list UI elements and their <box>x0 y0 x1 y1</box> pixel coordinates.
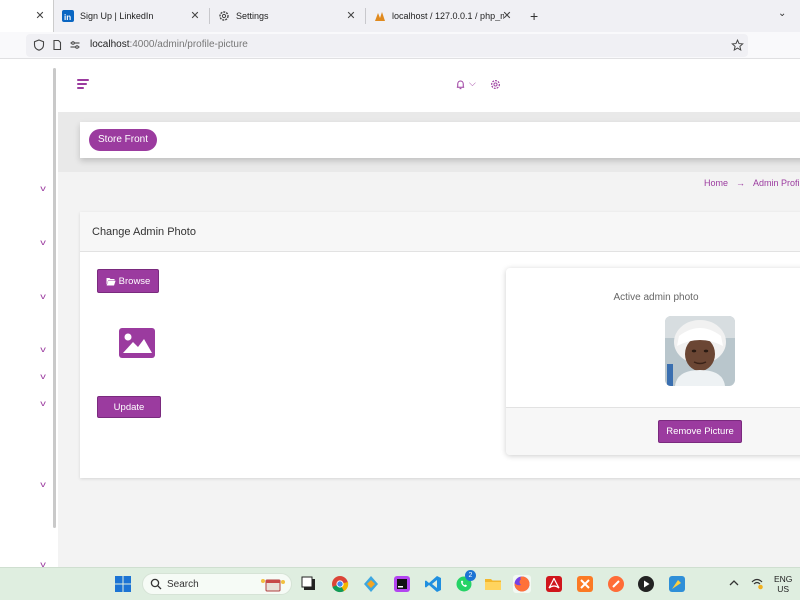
search-label: Search <box>167 579 199 590</box>
phpmyadmin-icon <box>374 10 386 22</box>
chevron-down-icon[interactable]: ⌵ <box>469 78 476 89</box>
paint-icon[interactable] <box>668 575 686 593</box>
shield-icon[interactable] <box>32 38 46 52</box>
tab-label: Sign Up | LinkedIn <box>80 11 154 21</box>
search-icon <box>150 578 162 593</box>
card-header: Change Admin Photo <box>80 212 800 252</box>
hamburger-menu-icon[interactable] <box>77 79 91 91</box>
chevron-down-icon[interactable]: v <box>40 560 46 567</box>
bell-icon[interactable] <box>455 79 466 93</box>
remove-picture-button[interactable]: Remove Picture <box>658 420 742 443</box>
calendar-widget-icon <box>259 576 287 596</box>
region-code: US <box>777 584 790 594</box>
chevron-down-icon[interactable]: v <box>40 184 46 193</box>
close-tab-icon[interactable]: ✕ <box>33 9 47 23</box>
network-icon[interactable] <box>750 576 768 594</box>
chevron-down-icon[interactable]: v <box>40 238 46 247</box>
gear-icon[interactable] <box>490 79 501 93</box>
tab-label: Settings <box>236 11 269 21</box>
tab-list-chevron-icon[interactable]: ⌄ <box>778 8 786 19</box>
acrobat-icon[interactable] <box>545 575 563 593</box>
notification-badge: 2 <box>465 570 476 581</box>
whatsapp-icon[interactable]: 2 <box>455 570 476 593</box>
browse-button[interactable]: Browse <box>97 269 159 293</box>
main-content: ⌵ Store Front Home → Admin Profile Change … <box>58 60 800 567</box>
firefox-icon[interactable] <box>513 575 531 593</box>
chevron-down-icon[interactable]: v <box>40 372 46 381</box>
breadcrumb-home-link[interactable]: Home <box>704 178 728 188</box>
tab-separator <box>365 8 366 24</box>
active-photo-panel: Active admin photo Remove Picture <box>506 268 800 455</box>
close-tab-icon[interactable]: ✕ <box>500 9 514 23</box>
svg-text:in: in <box>64 13 71 22</box>
tab-label: localhost / 127.0.0.1 / php_mvc <box>392 11 504 21</box>
new-tab-button[interactable]: + <box>530 9 538 23</box>
card-title: Change Admin Photo <box>92 226 196 238</box>
vscode-icon[interactable] <box>424 575 442 593</box>
windows-taskbar: Search 2 ENG US <box>0 567 800 600</box>
image-placeholder-icon <box>118 327 156 359</box>
bookmark-star-icon[interactable] <box>730 38 744 52</box>
change-photo-card: Change Admin Photo Browse Update Active … <box>80 212 800 478</box>
breadcrumb-current: Admin Profile <box>753 178 800 188</box>
xampp-icon[interactable] <box>576 575 594 593</box>
admin-top-bar: ⌵ <box>58 60 800 112</box>
url-bar[interactable]: localhost:4000/admin/profile-picture <box>26 34 748 57</box>
task-view-icon[interactable] <box>300 575 318 593</box>
browser-nav-bar: localhost:4000/admin/profile-picture <box>0 32 800 59</box>
update-button[interactable]: Update <box>97 396 161 418</box>
windows-start-icon[interactable] <box>114 575 132 593</box>
chevron-up-icon[interactable] <box>728 577 746 595</box>
folder-open-icon <box>106 277 116 286</box>
chevron-down-icon[interactable]: v <box>40 399 46 408</box>
file-explorer-icon[interactable] <box>484 575 502 593</box>
arrow-right-icon: → <box>736 178 746 188</box>
linkedin-icon: in <box>62 10 74 22</box>
active-photo-label: Active admin photo <box>613 292 699 303</box>
close-tab-icon[interactable]: ✕ <box>188 9 202 23</box>
store-front-button[interactable]: Store Front <box>89 129 158 151</box>
phpstorm-icon[interactable] <box>393 575 411 593</box>
gear-icon <box>218 10 230 22</box>
media-player-icon[interactable] <box>637 575 655 593</box>
tab-linkedin[interactable]: in Sign Up | LinkedIn ✕ <box>56 0 208 32</box>
sourcetree-icon[interactable] <box>362 575 380 593</box>
tab-separator <box>209 8 210 24</box>
language-indicator[interactable]: ENG US <box>774 574 792 594</box>
web-page: v v v v v v v v ⌵ Store Front Home → Adm… <box>0 60 800 567</box>
chevron-down-icon[interactable]: v <box>40 480 46 489</box>
photo-panel-footer: Remove Picture <box>506 407 800 455</box>
taskbar-search-box[interactable]: Search <box>142 573 292 595</box>
chrome-icon[interactable] <box>331 575 349 593</box>
permissions-icon[interactable] <box>68 38 82 52</box>
close-tab-icon[interactable]: ✕ <box>344 9 358 23</box>
tab-settings[interactable]: Settings ✕ <box>212 0 364 32</box>
tab-phpmyadmin[interactable]: localhost / 127.0.0.1 / php_mvc ✕ <box>368 0 520 32</box>
admin-profile-photo <box>665 316 735 386</box>
url-text[interactable]: localhost:4000/admin/profile-picture <box>90 39 248 50</box>
page-icon[interactable] <box>50 38 64 52</box>
tab-active[interactable]: ✕ <box>0 0 53 32</box>
profile-picture-section: Home → Admin Profile Change Admin Photo Br… <box>58 172 800 567</box>
browser-tab-bar: ✕ in Sign Up | LinkedIn ✕ Settings ✕ loc… <box>0 0 800 32</box>
breadcrumb: Home → Admin Profile <box>704 178 800 188</box>
chevron-down-icon[interactable]: v <box>40 292 46 301</box>
store-front-bar: Store Front <box>80 122 800 158</box>
postman-icon[interactable] <box>607 575 625 593</box>
chevron-down-icon[interactable]: v <box>40 345 46 354</box>
admin-sidebar: v v v v v v v v <box>0 60 56 567</box>
sidebar-scrollbar[interactable] <box>53 68 56 528</box>
browse-label: Browse <box>118 275 151 287</box>
language-code: ENG <box>774 574 793 584</box>
